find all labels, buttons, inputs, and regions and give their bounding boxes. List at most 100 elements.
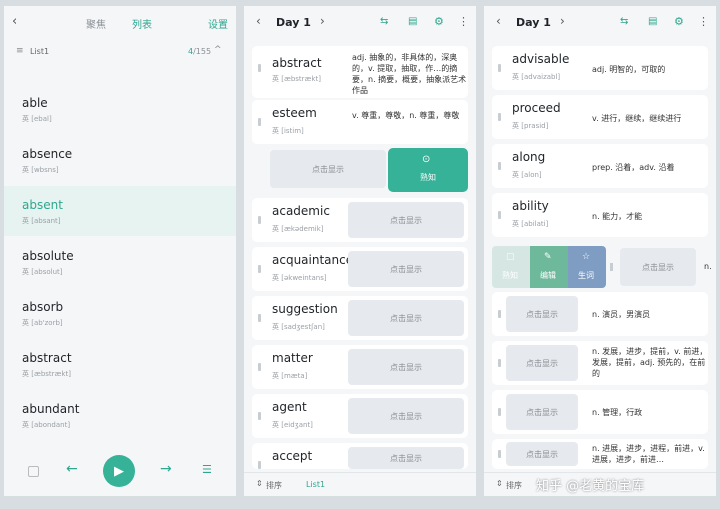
drag-handle-icon[interactable] <box>258 216 261 224</box>
known-button[interactable]: ▢ 熟知 <box>492 246 530 288</box>
known-label: 熟知 <box>420 173 436 182</box>
drag-handle-icon[interactable] <box>258 265 261 273</box>
word-row[interactable]: 点击显示 n. 发展，进步，提前，v. 前进，发展，提前，adj. 预先的，在前… <box>492 341 708 385</box>
reveal-button[interactable]: 点击显示 <box>506 345 578 381</box>
word-row[interactable]: abstract 英 [æbstrækt] adj. 抽象的，非具体的，深奥的，… <box>252 46 468 98</box>
tab-list[interactable]: 列表 <box>132 16 152 31</box>
reveal-button[interactable]: 点击显示 <box>348 251 464 287</box>
phonetic: 英 [ebal] <box>22 115 52 123</box>
word-row[interactable]: accept 点击显示 <box>252 443 468 469</box>
drag-handle-icon[interactable] <box>498 64 501 72</box>
reveal-button[interactable]: 点击显示 <box>348 300 464 336</box>
word-text: advisable <box>512 52 570 66</box>
drag-handle-icon[interactable] <box>258 64 261 72</box>
settings-link[interactable]: 设置 <box>208 16 228 31</box>
edit-button[interactable]: ✎ 编辑 <box>530 246 568 288</box>
list-panel: ‹ 聚焦 列表 设置 ≡ List1 4/155 ^ able 英 [ebal]… <box>4 6 236 496</box>
drag-handle-icon[interactable] <box>498 211 501 219</box>
player-bar: ← ▶ → ☰ <box>4 452 236 492</box>
reveal-button[interactable]: 点击显示 <box>506 442 578 466</box>
word-row[interactable]: proceed 英 [prasid] v. 进行，继续，继续进行 <box>492 95 708 139</box>
prev-arrow-icon[interactable]: ← <box>66 461 78 477</box>
chevron-right-icon[interactable]: › <box>320 14 325 28</box>
translate-icon[interactable]: ⇆ <box>380 16 388 27</box>
next-arrow-icon[interactable]: → <box>160 461 172 477</box>
sort-button[interactable]: 排序 <box>506 480 522 491</box>
new-word-button[interactable]: ☆ 生词 <box>568 246 606 288</box>
swipe-row[interactable]: 点击显示 ⊙ 熟知 <box>268 148 468 192</box>
word-row[interactable]: acquaintance 英 [əkweintans] 点击显示 <box>252 247 468 291</box>
swipe-reveal-button[interactable]: 点击显示 <box>620 248 696 286</box>
drag-handle-icon[interactable] <box>258 363 261 371</box>
gear-icon[interactable]: ⚙ <box>674 15 684 28</box>
chevron-left-icon[interactable]: ‹ <box>496 14 501 28</box>
drag-handle-icon[interactable] <box>258 314 261 322</box>
square-icon[interactable] <box>28 466 39 477</box>
drag-handle-icon[interactable] <box>498 113 501 121</box>
reveal-button[interactable]: 点击显示 <box>348 398 464 434</box>
chevron-up-icon[interactable]: ^ <box>214 45 222 55</box>
word-row[interactable]: esteem 英 [istim] v. 尊重，尊敬，n. 尊重，尊敬 <box>252 100 468 144</box>
word-row[interactable]: ability 英 [abilati] n. 能力，才能 <box>492 193 708 237</box>
drag-handle-icon[interactable] <box>498 162 501 170</box>
drag-handle-icon[interactable] <box>498 450 501 458</box>
chevron-left-icon[interactable]: ‹ <box>256 14 261 28</box>
tab-focus[interactable]: 聚焦 <box>86 16 106 31</box>
list-item[interactable]: absorb 英 [ab'zorb] <box>4 288 236 338</box>
reveal-button[interactable]: 点击显示 <box>506 394 578 430</box>
word-row[interactable]: 点击显示 n. 管理，行政 <box>492 390 708 434</box>
word-row[interactable]: agent 英 [eidʒant] 点击显示 <box>252 394 468 438</box>
drag-handle-icon[interactable] <box>258 412 261 420</box>
swipe-reveal-button[interactable]: 点击显示 <box>270 150 386 188</box>
drag-handle-icon[interactable] <box>258 118 261 126</box>
more-icon[interactable]: ⋮ <box>698 15 709 28</box>
drag-handle-icon[interactable] <box>498 408 501 416</box>
word-row[interactable]: 点击显示 n. 演员，男演员 <box>492 292 708 336</box>
word-row[interactable]: suggestion 英 [sadʒestʃan] 点击显示 <box>252 296 468 340</box>
sort-icon[interactable]: ⇕ <box>496 479 503 488</box>
drag-handle-icon[interactable] <box>610 263 613 271</box>
checklist-icon[interactable]: ☰ <box>202 463 212 476</box>
reveal-button[interactable]: 点击显示 <box>348 349 464 385</box>
drag-handle-icon[interactable] <box>258 461 261 469</box>
phonetic: 英 [abondant] <box>22 421 71 429</box>
word-text: absolute <box>22 249 74 263</box>
phonetic: 英 [æbstrækt] <box>22 370 71 378</box>
meaning: n. 管理，行政 <box>592 408 643 417</box>
word-row[interactable]: along 英 [alon] prep. 沿着，adv. 沿着 <box>492 144 708 188</box>
reveal-button[interactable]: 点击显示 <box>506 296 578 332</box>
known-button[interactable]: ⊙ 熟知 <box>388 148 468 192</box>
play-button[interactable]: ▶ <box>103 455 135 487</box>
sort-button[interactable]: 排序 <box>266 480 282 491</box>
reveal-button[interactable]: 点击显示 <box>348 447 464 469</box>
word-row[interactable]: academic 英 [ækədemik] 点击显示 <box>252 198 468 242</box>
document-icon[interactable]: ▤ <box>648 16 657 27</box>
phonetic: 英 [ab'zorb] <box>22 319 63 327</box>
drag-handle-icon[interactable] <box>498 359 501 367</box>
list-item[interactable]: abstract 英 [æbstrækt] <box>4 339 236 389</box>
word-row[interactable]: 点击显示 n. 进展，进步，进程，前进，v. 进展，进步，前进… <box>492 439 708 469</box>
list-header[interactable]: ≡ List1 4/155 ^ <box>4 44 236 62</box>
list-item[interactable]: absolute 英 [absolut] <box>4 237 236 287</box>
list-item[interactable]: absence 英 [wbsns] <box>4 135 236 185</box>
document-icon[interactable]: ▤ <box>408 16 417 27</box>
swipe-row[interactable]: ▢ 熟知 ✎ 编辑 ☆ 生词 点击显示 n. <box>484 246 716 288</box>
back-icon[interactable]: ‹ <box>12 14 17 29</box>
gear-icon[interactable]: ⚙ <box>434 15 444 28</box>
word-row[interactable]: advisable 英 [advaizabl] adj. 明智的，可取的 <box>492 46 708 90</box>
top-bar: ‹ 聚焦 列表 设置 <box>4 6 236 38</box>
chevron-right-icon[interactable]: › <box>560 14 565 28</box>
drag-handle-icon[interactable] <box>498 310 501 318</box>
list-name[interactable]: List1 <box>306 480 325 489</box>
list-item-selected[interactable]: absent 英 [absant] <box>4 186 236 236</box>
reveal-button[interactable]: 点击显示 <box>348 202 464 238</box>
phonetic: 英 [eidʒant] <box>272 421 313 429</box>
watermark: 知乎 @老黄的宝库 <box>536 479 645 494</box>
meaning: adj. 抽象的，非具体的，深奥的，v. 提取，抽取，作…的摘要，n. 摘要，概… <box>352 53 467 95</box>
translate-icon[interactable]: ⇆ <box>620 16 628 27</box>
more-icon[interactable]: ⋮ <box>458 15 469 28</box>
list-item[interactable]: abundant 英 [abondant] <box>4 390 236 440</box>
word-row[interactable]: matter 英 [mæta] 点击显示 <box>252 345 468 389</box>
sort-icon[interactable]: ⇕ <box>256 479 263 488</box>
list-item[interactable]: able 英 [ebal] <box>4 84 236 134</box>
